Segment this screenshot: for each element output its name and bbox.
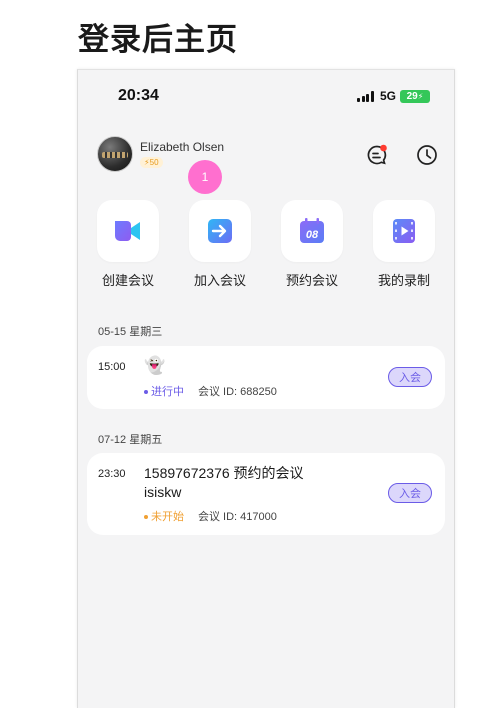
page-heading: 登录后主页 [78, 22, 238, 57]
date-header: 05-15 星期三 [98, 326, 163, 338]
join-button[interactable]: 入会 [388, 483, 432, 503]
join-meeting-icon [208, 219, 232, 243]
join-meeting-button[interactable]: 加入会议 [174, 200, 266, 289]
action-label: 我的录制 [377, 273, 430, 288]
level-badge: ⚡50 [140, 157, 163, 168]
meeting-id: 会议 ID: 688250 [198, 386, 277, 398]
meeting-title-emoji: 👻 [144, 356, 166, 375]
status-badge: 进行中 [144, 383, 184, 399]
phone-screen: 20:34 5G 29 ⚡ Elizabeth Olsen ⚡50 1 创建会议… [77, 69, 455, 708]
battery-icon: 29 ⚡ [400, 89, 430, 103]
schedule-meeting-button[interactable]: 08 预约会议 [266, 200, 358, 289]
create-meeting-button[interactable]: 创建会议 [82, 200, 174, 289]
meeting-title-secondary: isiskw [144, 484, 182, 500]
meeting-card[interactable]: 23:30 15897672376 预约的会议 isiskw 未开始 会议 ID… [87, 453, 445, 535]
meeting-id: 会议 ID: 417000 [198, 511, 277, 523]
status-indicators: 5G 29 ⚡ [357, 89, 430, 103]
status-bar: 20:34 5G 29 ⚡ [78, 70, 454, 120]
signal-icon [357, 90, 374, 102]
avatar[interactable] [97, 136, 133, 172]
action-label: 创建会议 [101, 273, 154, 288]
status-badge: 未开始 [144, 508, 184, 524]
my-recordings-button[interactable]: 我的录制 [358, 200, 450, 289]
schedule-meeting-icon: 08 [300, 218, 324, 243]
join-button[interactable]: 入会 [388, 367, 432, 387]
status-time: 20:34 [118, 87, 159, 104]
battery-level: 29 [406, 90, 418, 102]
recording-icon [393, 219, 415, 243]
calendar-day-text: 08 [306, 229, 319, 241]
create-meeting-icon [115, 221, 140, 241]
chat-notification-icon[interactable] [365, 143, 389, 167]
action-label: 预约会议 [285, 273, 338, 288]
step-marker: 1 [188, 160, 222, 194]
meeting-title: 15897672376 预约的会议 [144, 465, 304, 481]
quick-actions: 创建会议 加入会议 08 预约会议 我的录制 [78, 200, 454, 290]
network-label: 5G [379, 89, 396, 103]
meeting-card[interactable]: 15:00 👻 进行中 会议 ID: 688250 入会 [87, 346, 445, 409]
history-clock-icon[interactable] [415, 143, 439, 167]
date-header: 07-12 星期五 [98, 434, 163, 446]
action-label: 加入会议 [193, 273, 246, 288]
user-name[interactable]: Elizabeth Olsen [140, 140, 224, 154]
user-header: Elizabeth Olsen ⚡50 1 [97, 136, 439, 194]
level-value: 50 [149, 158, 159, 167]
meeting-time: 15:00 [98, 361, 126, 373]
meeting-time: 23:30 [98, 468, 126, 480]
